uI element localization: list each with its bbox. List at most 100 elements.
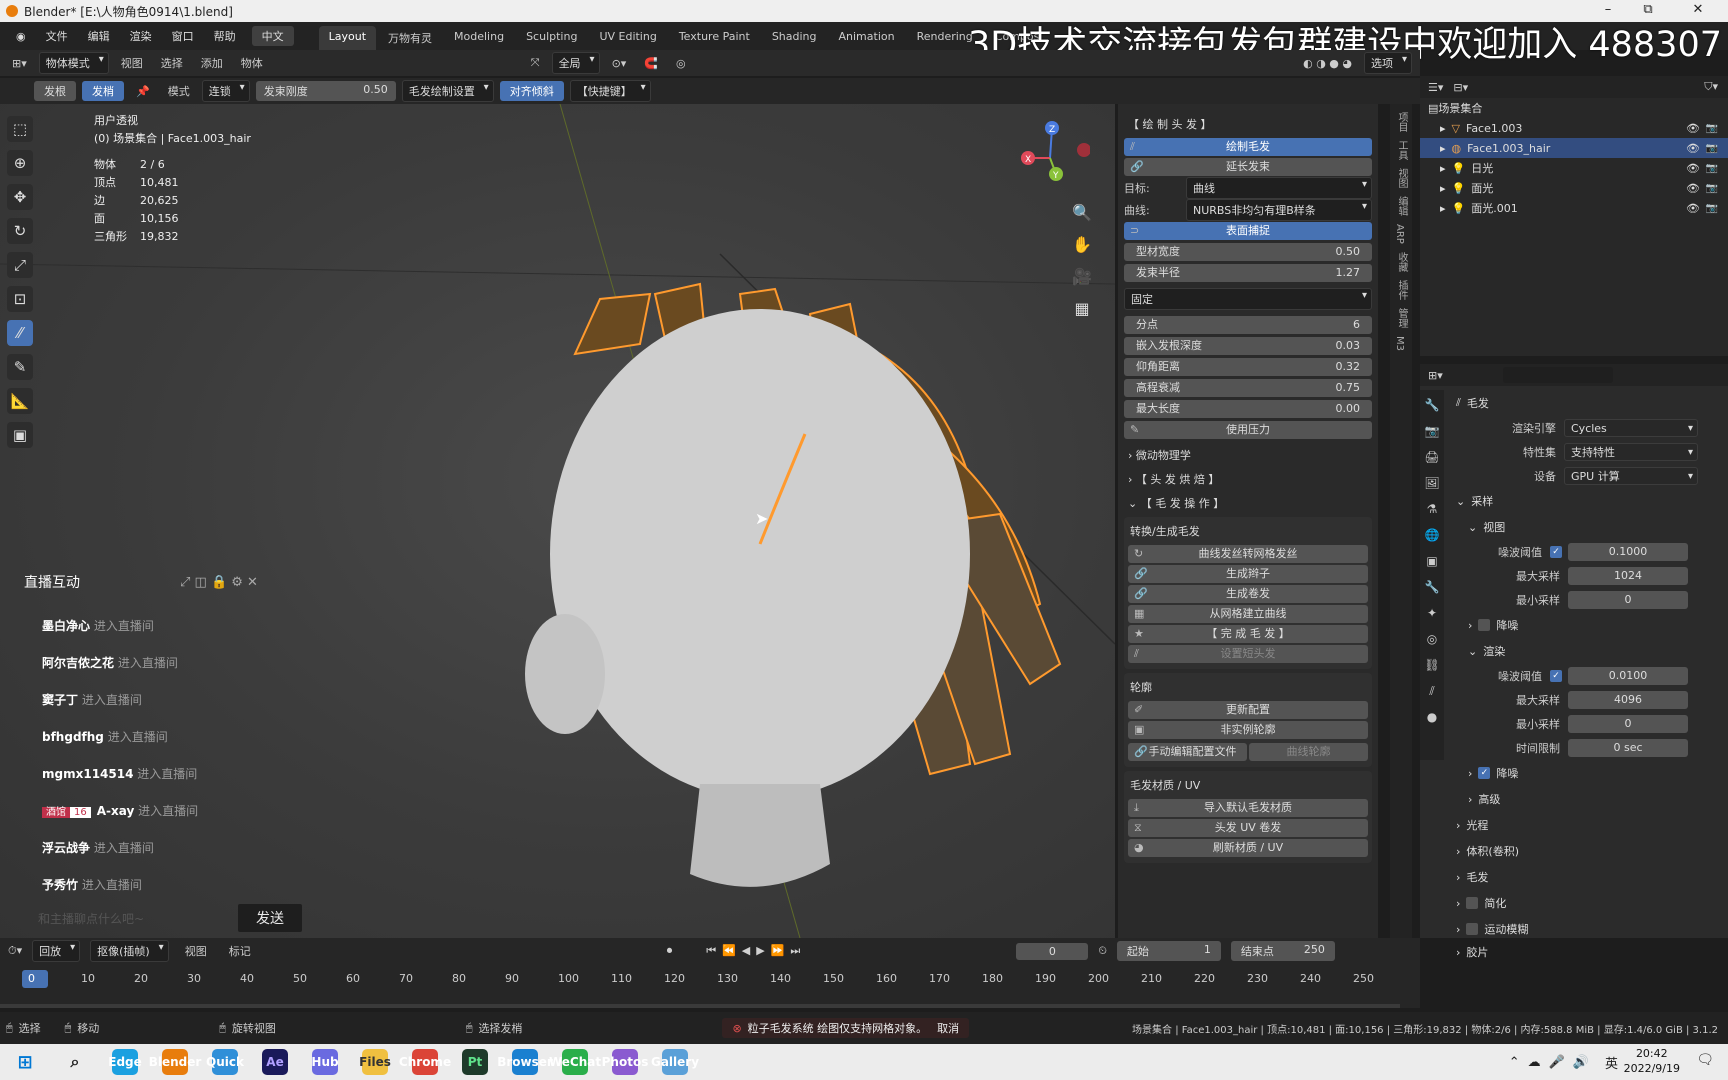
after-effects-icon[interactable]: Ae [262, 1049, 288, 1075]
wechat-icon[interactable]: WeChat [549, 1049, 601, 1075]
elevation-distance-field[interactable]: 仰角距离 0.32 [1124, 358, 1372, 376]
render-camera-icon[interactable]: 📷 [1706, 123, 1718, 134]
curve-dropdown[interactable]: NURBS非均匀有理B样条 [1186, 199, 1372, 221]
draw-hair-header[interactable]: 【 绘 制 头 发 】 [1128, 116, 1372, 132]
edit-profile-button[interactable]: 🔗 手动编辑配置文件 [1128, 743, 1247, 761]
motion-blur-checkbox[interactable] [1466, 923, 1479, 935]
physics-section[interactable]: › 微动物理学 [1128, 447, 1372, 463]
gallery-icon[interactable]: Gallery [651, 1049, 699, 1075]
tab-sculpting[interactable]: Sculpting [516, 26, 587, 50]
menu-render[interactable]: 渲染 [120, 28, 162, 44]
chat-input[interactable]: 和主播聊点什么吧~ [38, 910, 228, 927]
measure-tool-icon[interactable]: 📐 [7, 388, 33, 414]
film-section[interactable]: › 胶片 [1456, 942, 1728, 962]
max-length-field[interactable]: 最大长度 0.00 [1124, 400, 1372, 418]
sidebar-tab[interactable]: 插件 [1394, 280, 1409, 300]
mode-dropdown[interactable]: 物体模式 [38, 52, 109, 74]
sidebar-tab[interactable]: 视图 [1394, 168, 1409, 188]
light-paths-section[interactable]: › 光程 [1456, 812, 1728, 838]
material-props-icon[interactable]: ● [1421, 706, 1443, 728]
menu-window[interactable]: 窗口 [162, 28, 204, 44]
painter-icon[interactable]: Pt [462, 1049, 488, 1075]
vp-noise-field[interactable]: 0.1000 [1568, 543, 1688, 561]
draw-hair-button[interactable]: ⫽ 绘制毛发 [1124, 138, 1372, 156]
cancel-link[interactable]: 取消 [937, 1020, 959, 1036]
menu-select[interactable]: 选择 [155, 55, 189, 71]
viewport-shading-icons[interactable]: ◐ ◑ ● ◕ [1297, 57, 1358, 70]
vp-min-field[interactable]: 0 [1568, 591, 1688, 609]
tip-button[interactable]: 发梢 [82, 81, 124, 101]
render-camera-icon[interactable]: 📷 [1706, 163, 1718, 174]
options-dropdown[interactable]: 选项 [1364, 52, 1412, 74]
menu-edit[interactable]: 编辑 [78, 28, 120, 44]
blender-icon[interactable]: Blender [149, 1049, 201, 1075]
playhead[interactable] [22, 970, 48, 988]
tab-shading[interactable]: Shading [762, 26, 827, 50]
outliner-row[interactable]: ▸ 💡 面光.001 👁 📷 [1420, 198, 1728, 218]
target-dropdown[interactable]: 曲线 [1186, 177, 1372, 199]
timeline-ruler[interactable]: 0 10 20 30 40 50 60 70 80 90 100 110 120 130 140 150 160… [0, 964, 1420, 1008]
notification-icon[interactable]: 🗨 [1696, 1052, 1714, 1068]
record-icon[interactable]: ⏺ [667, 944, 673, 958]
world-props-icon[interactable]: 🌐 [1421, 524, 1443, 546]
start-frame-field[interactable]: 起始 1 [1116, 941, 1221, 961]
sidebar-tab[interactable]: 收藏 [1394, 252, 1409, 272]
visibility-eye-icon[interactable]: 👁 [1686, 122, 1700, 135]
taskbar-clock[interactable]: 20:42 2022/9/19 [1624, 1046, 1680, 1076]
outliner-row[interactable]: ▸ 💡 面光 👁 📷 [1420, 178, 1728, 198]
simplify-checkbox[interactable] [1466, 897, 1479, 909]
tab-animation[interactable]: Animation [829, 26, 905, 50]
time-limit-field[interactable]: 0 sec [1568, 739, 1688, 757]
modifier-props-icon[interactable]: 🔧 [1421, 576, 1443, 598]
move-tool-icon[interactable]: ✥ [7, 184, 33, 210]
render-subsection[interactable]: ⌄ 渲染 [1456, 638, 1728, 664]
outliner-filter-icon[interactable]: ⊟▾ [1453, 81, 1468, 94]
timeline-view-menu[interactable]: 视图 [179, 943, 213, 959]
tab-modeling[interactable]: Modeling [444, 26, 514, 50]
strand-radius-field[interactable]: 发束半径 1.27 [1124, 264, 1372, 282]
visibility-eye-icon[interactable]: 👁 [1686, 142, 1700, 155]
menu-help[interactable]: 帮助 [204, 28, 246, 44]
advanced-subsection[interactable]: › 高级 [1456, 786, 1728, 812]
blender-menu-icon[interactable]: ◉ [6, 30, 36, 43]
outliner-row[interactable]: ▸ 💡 日光 👁 📷 [1420, 158, 1728, 178]
use-pressure-button[interactable]: ✎ 使用压力 [1124, 421, 1372, 439]
finish-hair-button[interactable]: ★ 【 完 成 毛 发 】 [1128, 625, 1368, 643]
edge-icon[interactable]: Edge [108, 1049, 142, 1075]
tab-layout[interactable]: Layout [318, 26, 377, 50]
end-frame-field[interactable]: 结束点 250 [1230, 941, 1335, 961]
marker-menu[interactable]: 标记 [223, 943, 257, 959]
particle-props-icon[interactable]: ✦ [1421, 602, 1443, 624]
r-noise-checkbox[interactable]: ✓ [1550, 670, 1562, 682]
proportional-edit-icon[interactable]: ◎ [670, 57, 692, 70]
pan-hand-icon[interactable]: ✋ [1068, 230, 1096, 258]
current-frame-field[interactable]: 0 [1016, 942, 1089, 960]
annotate-tool-icon[interactable]: ✎ [7, 354, 33, 380]
tab-texture-paint[interactable]: Texture Paint [669, 26, 760, 50]
cursor-tool-icon[interactable]: ⊕ [7, 150, 33, 176]
curve-profile-button[interactable]: 曲线轮廓 [1249, 743, 1368, 761]
tab-wanwu[interactable]: 万物有灵 [378, 26, 442, 50]
quick-icon[interactable]: Quick [206, 1049, 244, 1075]
short-hair-button[interactable]: ⫽ 设置短头发 [1128, 645, 1368, 663]
search-icon[interactable]: ⌕ [62, 1049, 88, 1075]
volumes-section[interactable]: › 体积(卷积) [1456, 838, 1728, 864]
visibility-eye-icon[interactable]: 👁 [1686, 202, 1700, 215]
properties-search-input[interactable] [1502, 367, 1613, 383]
navigation-gizmo[interactable]: Z X Y [1010, 118, 1090, 198]
bake-section[interactable]: › 【 头 发 烘 焙 】 [1128, 471, 1372, 487]
tool-props-icon[interactable]: 🔧 [1421, 394, 1443, 416]
sidebar-tab[interactable]: ARP [1394, 224, 1405, 244]
visibility-eye-icon[interactable]: 👁 [1686, 182, 1700, 195]
timeline-scrollbar[interactable] [0, 1004, 1400, 1008]
viewport-subsection[interactable]: ⌄ 视图 [1456, 514, 1728, 540]
r-denoise-subsection[interactable]: › ✓ 降噪 [1456, 760, 1728, 786]
vp-denoise-checkbox[interactable] [1478, 619, 1491, 631]
refresh-material-button[interactable]: ◕ 刷新材质 / UV [1128, 839, 1368, 857]
keying-menu[interactable]: 抠像(插帧) [90, 940, 169, 962]
curl-button[interactable]: 🔗 生成卷发 [1128, 585, 1368, 603]
send-button[interactable]: 发送 [238, 904, 302, 932]
language-toggle[interactable]: 中文 [251, 26, 294, 46]
mode-value-dropdown[interactable]: 连锁 [201, 80, 250, 102]
visibility-eye-icon[interactable]: 👁 [1686, 162, 1700, 175]
